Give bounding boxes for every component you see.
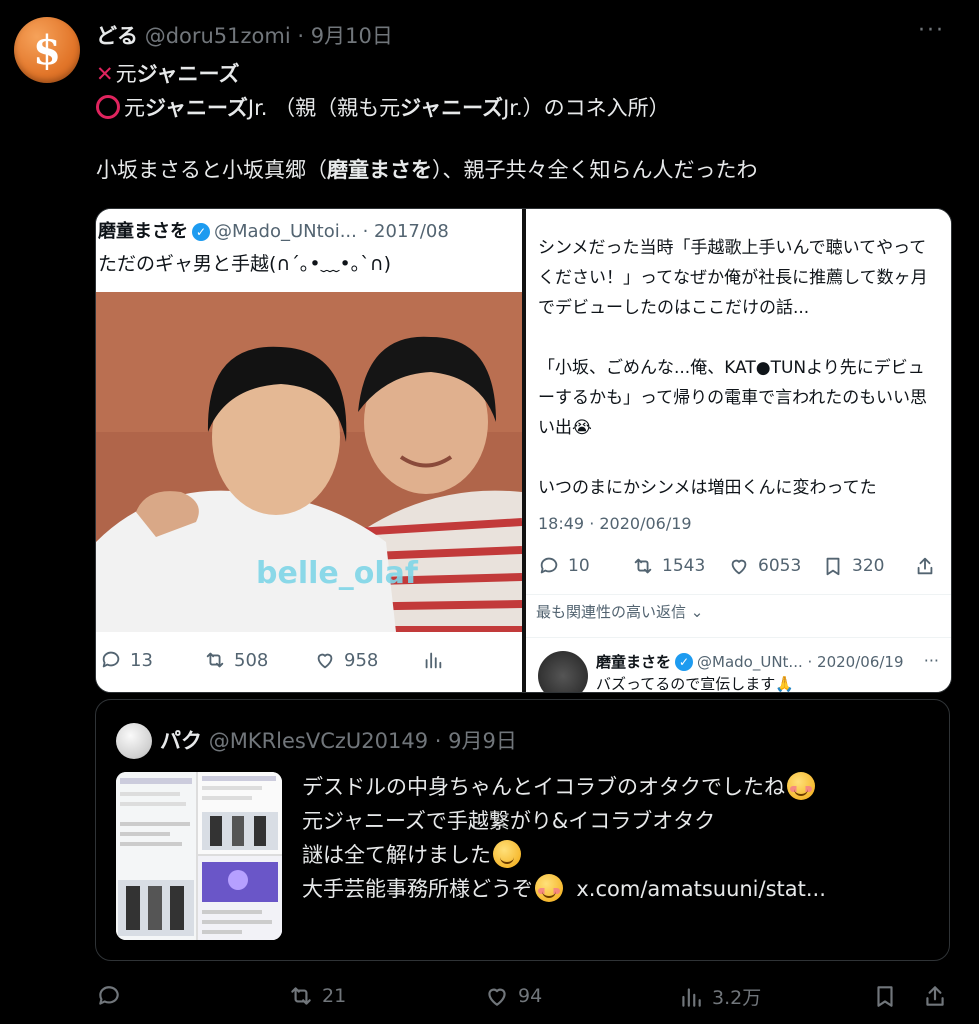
thumb-b-illustration	[202, 776, 278, 850]
quote-avatar[interactable]	[116, 723, 152, 759]
watermark-text: belle_olaf	[256, 556, 418, 591]
thumb-screenshot-c	[198, 856, 282, 940]
reply-icon	[99, 986, 119, 1005]
quote-author-name[interactable]: パク	[160, 729, 202, 753]
relevance-sort-label: 最も関連性の高い返信 ⌄	[536, 603, 704, 621]
quote-author-handle[interactable]: @MKRlesVCzU20149	[209, 729, 428, 753]
heart-icon	[731, 559, 747, 575]
views-button[interactable]: 3.2万	[678, 983, 761, 1010]
tweet-line-3: 小坂まさると小坂真郷（磨童まさを）、親子共々全く知らん人だったわ	[96, 158, 758, 182]
thumb-c-illustration	[198, 856, 282, 940]
cross-mark-icon: ✕	[96, 62, 114, 86]
embedded-reply: 13	[100, 649, 153, 671]
quote-date: · 9月9日	[434, 729, 517, 753]
tweet-line-2: 元ジャニーズJr. （親（親も元ジャニーズJr.）のコネ入所）	[96, 91, 956, 125]
screenshot-left[interactable]: 磨童まさを ✓ @Mado_UNtoi... · 2017/08 ただのギャ男と手越…	[96, 209, 522, 692]
quote-header: パク @MKRlesVCzU20149 · 9月9日	[160, 725, 517, 755]
embedded-stats: 10 1543 6053 320	[526, 551, 951, 585]
retweet-icon	[634, 558, 652, 574]
embedded-like: 958	[314, 649, 378, 671]
quoted-tweet[interactable]: パク @MKRlesVCzU20149 · 9月9日 デスドルの中身ちゃんとイコ…	[95, 699, 950, 961]
embedded-like-2: 6053	[728, 555, 801, 577]
embedded-tweet-header: 磨童まさを ✓ @Mado_UNtoi... · 2017/08	[98, 221, 449, 242]
embedded-reply-2: 10	[538, 555, 590, 577]
like-button[interactable]: 94	[484, 983, 542, 1009]
share-icon	[926, 986, 944, 1006]
tweet-text: ✕元ジャニーズ 元ジャニーズJr. （親（親も元ジャニーズJr.）のコネ入所） …	[96, 57, 956, 187]
share-icon	[917, 557, 933, 575]
bookmark-icon	[826, 557, 840, 576]
reply-text: バズってるので宣伝します🙏	[596, 675, 794, 693]
dollar-icon: $	[33, 26, 61, 74]
embedded-separator-2	[526, 637, 951, 638]
views-icon	[682, 987, 701, 1007]
screenshot-right[interactable]: シンメだった当時「手越歌上手いんで聴いてやってください！」ってなぜか俺が社長に推…	[526, 209, 951, 692]
embedded-bookmark: 320	[822, 555, 884, 577]
tweet-date[interactable]: 9月10日	[311, 24, 393, 48]
blushing-face-icon	[787, 772, 815, 800]
embedded-separator	[526, 594, 951, 595]
embedded-timestamp: 18:49 · 2020/06/19	[538, 514, 692, 533]
bookmark-button[interactable]	[872, 983, 898, 1009]
author-avatar[interactable]: $	[14, 17, 80, 83]
embedded-retweet-2: 1543	[632, 555, 705, 577]
embedded-tweet-text: ただのギャ男と手越(∩´｡•﹏•｡`∩)	[98, 253, 392, 275]
embedded-share	[914, 555, 936, 577]
quote-text: デスドルの中身ちゃんとイコラブのオタクでしたね 元ジャニーズで手越繋がり&イコラ…	[302, 770, 826, 906]
retweet-icon	[206, 652, 224, 668]
media-grid[interactable]: 磨童まさを ✓ @Mado_UNtoi... · 2017/08 ただのギャ男と手越…	[95, 208, 952, 693]
retweet-button[interactable]: 21	[288, 983, 346, 1009]
photo-two-boys: belle_olaf	[96, 292, 522, 632]
views-icon	[425, 652, 442, 669]
grinning-face-icon	[493, 840, 521, 868]
verified-badge-icon: ✓	[192, 223, 210, 241]
smiling-face-icon	[535, 874, 563, 902]
author-name[interactable]: どる	[96, 24, 138, 48]
bookmark-icon	[877, 986, 893, 1007]
author-handle[interactable]: @doru51zomi	[145, 24, 291, 48]
reply-header: 磨童まさを ✓ @Mado_UNt... · 2020/06/19	[596, 653, 904, 671]
circle-mark-icon	[96, 95, 120, 119]
tweet-header: どる @doru51zomi · 9月10日	[96, 20, 393, 50]
separator-dot: ·	[297, 24, 305, 48]
more-options-icon[interactable]: ···	[918, 18, 945, 43]
retweet-icon	[291, 987, 311, 1005]
embedded-tweet-body: シンメだった当時「手越歌上手いんで聴いてやってください！」ってなぜか俺が社長に推…	[538, 238, 928, 498]
chevron-down-icon: ⌄	[686, 603, 704, 621]
thumb-screenshot-b	[198, 772, 282, 856]
reply-icon	[540, 557, 558, 574]
reply-avatar	[538, 651, 588, 692]
heart-icon	[488, 988, 506, 1006]
reply-icon	[102, 651, 120, 668]
embedded-views	[422, 649, 444, 671]
quote-link[interactable]: x.com/amatsuuni/stat...	[576, 877, 826, 901]
tweet-actions: 21 94 3.2万	[0, 975, 979, 1019]
share-button[interactable]	[922, 983, 948, 1009]
heart-icon	[317, 653, 333, 669]
thumb-screenshot-a	[116, 772, 198, 940]
quote-media-thumbnail[interactable]	[116, 772, 282, 940]
thumb-a-illustration	[118, 778, 194, 936]
embedded-retweet: 508	[204, 649, 268, 671]
verified-badge-icon: ✓	[675, 653, 694, 671]
reply-more-icon: ···	[923, 651, 939, 670]
tweet-line-1: ✕元ジャニーズ	[96, 62, 240, 86]
reply-button[interactable]	[96, 983, 130, 1009]
